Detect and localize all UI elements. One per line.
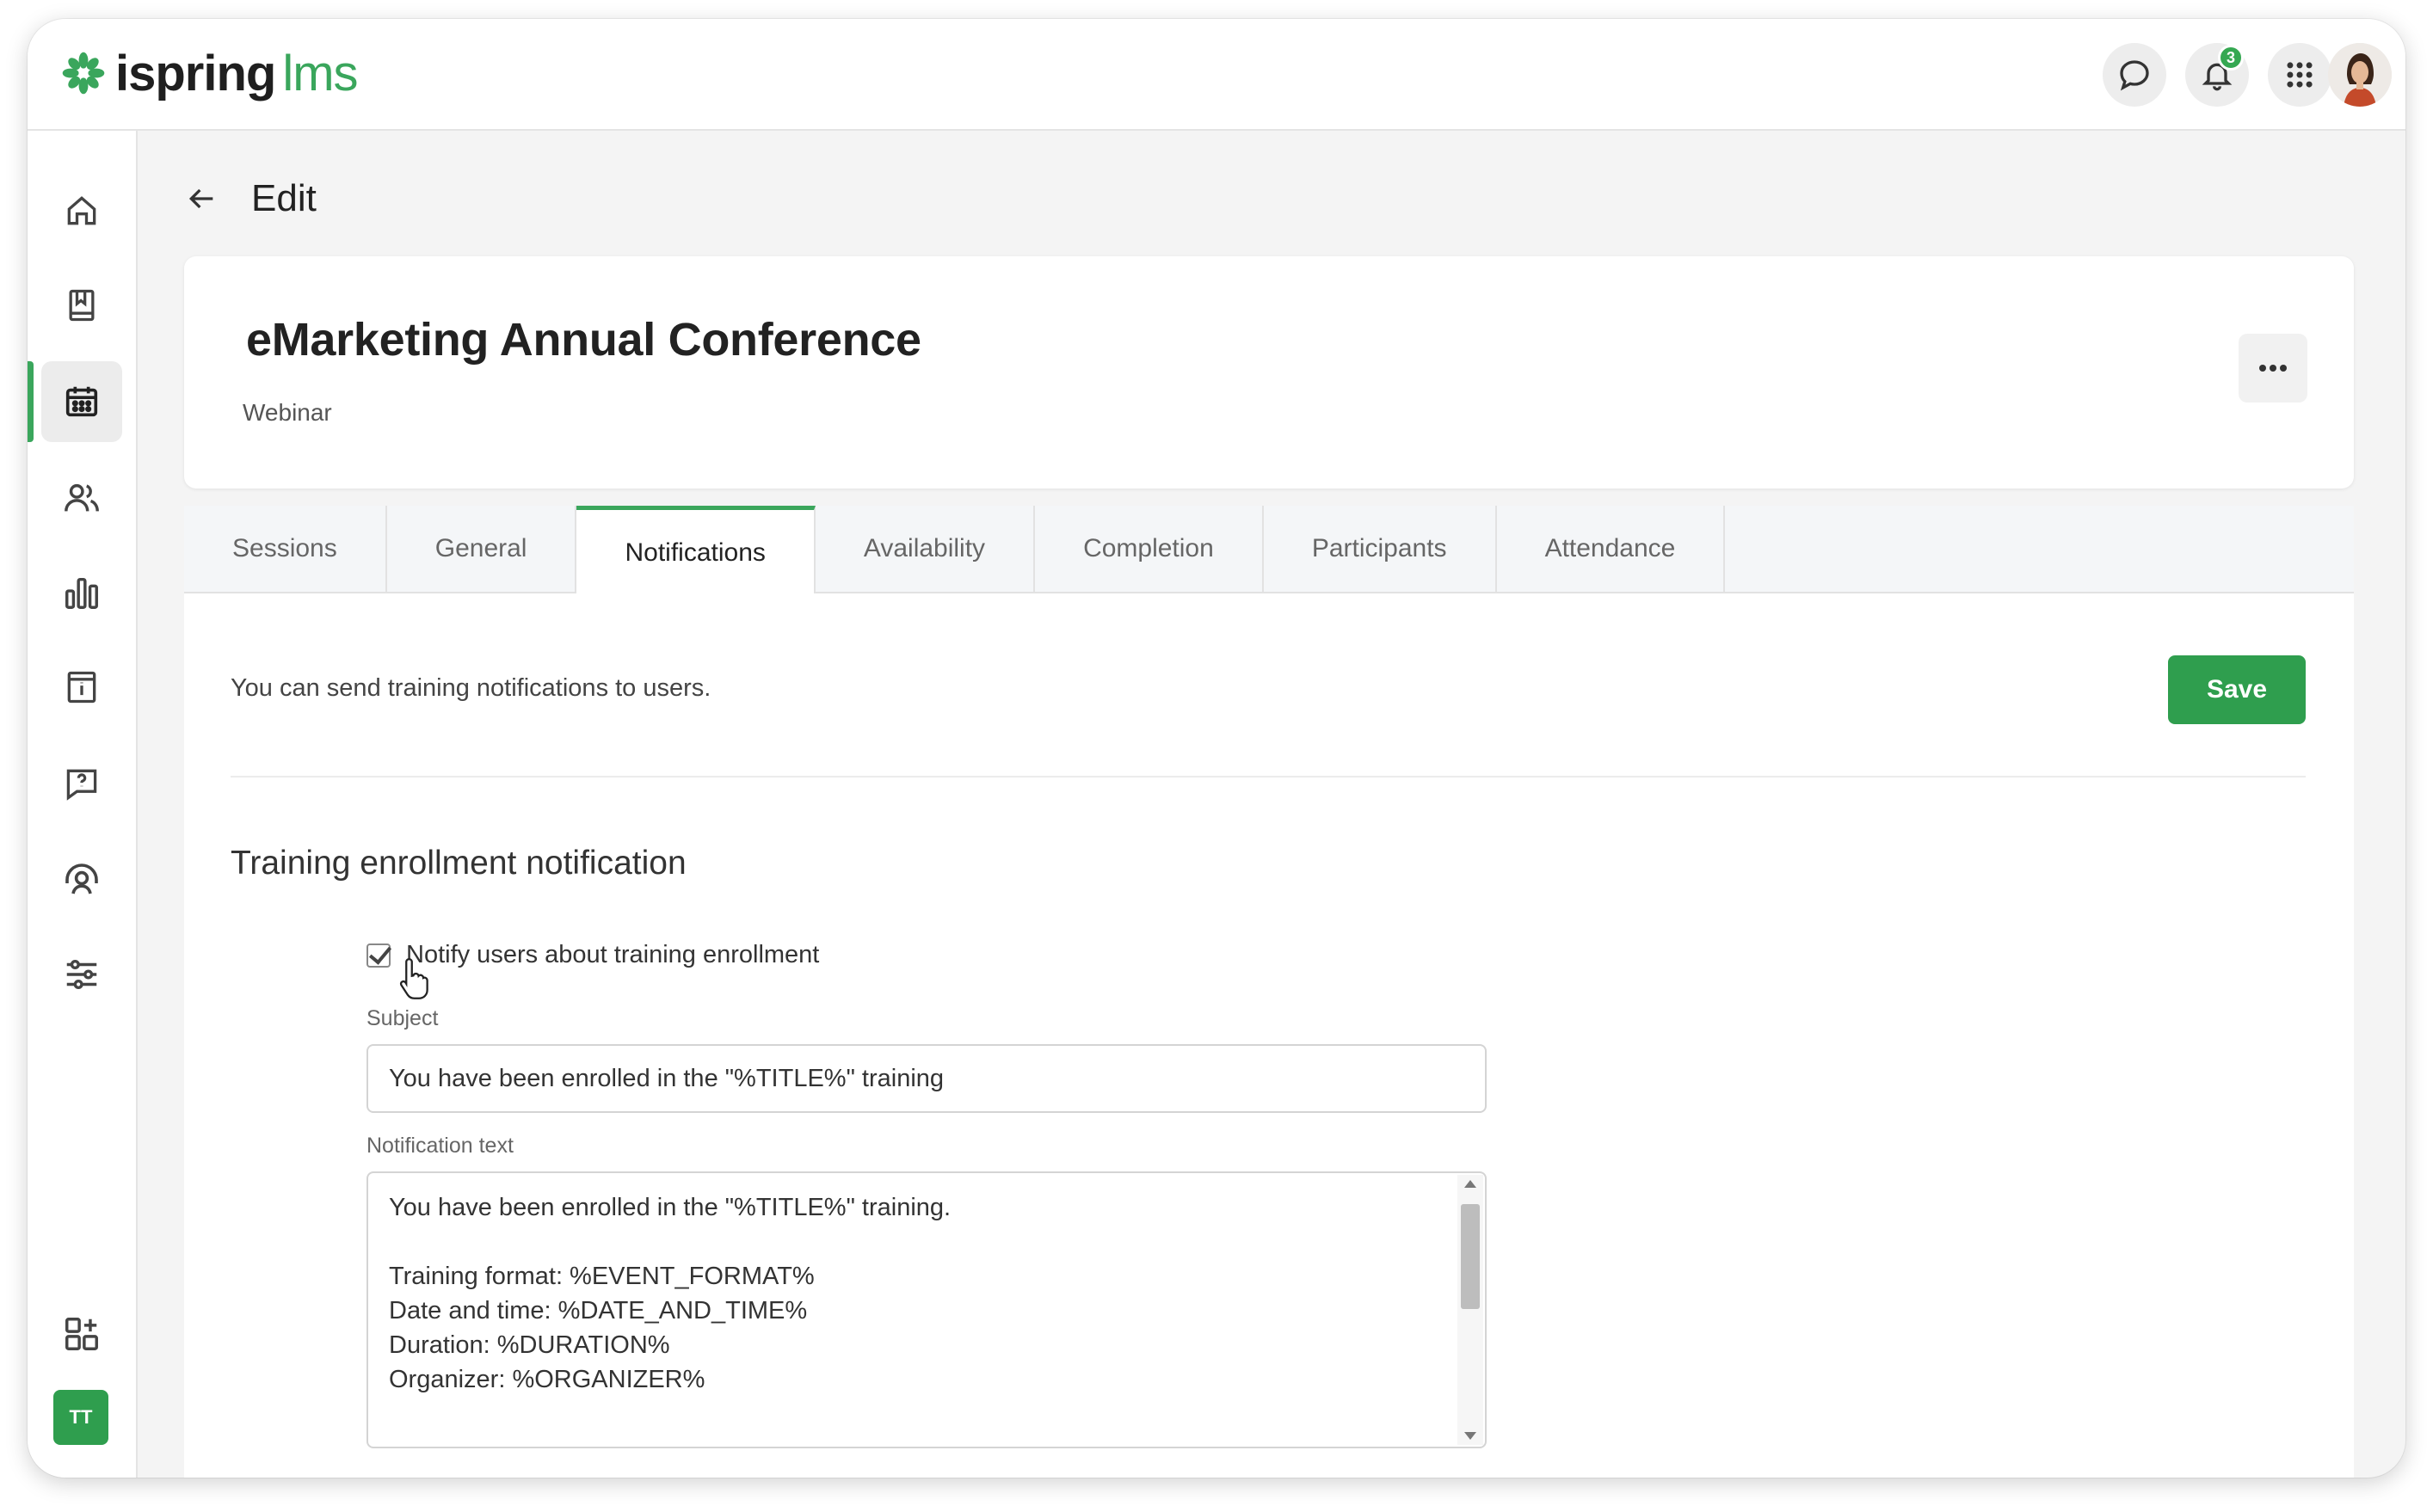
- section-title: Training enrollment notification: [231, 845, 687, 882]
- event-type: Webinar: [243, 399, 332, 426]
- notify-enrollment-checkbox[interactable]: [366, 943, 391, 968]
- users-icon: [65, 483, 99, 512]
- subject-input[interactable]: You have been enrolled in the "%TITLE%" …: [366, 1044, 1487, 1113]
- hand-pointer-cursor-icon: [399, 958, 428, 999]
- tab-availability[interactable]: Availability: [815, 506, 1036, 592]
- scroll-up-arrow-icon[interactable]: [1464, 1180, 1476, 1188]
- text-line: Date and time: %DATE_AND_TIME%: [389, 1297, 808, 1325]
- sidebar-item-calendar[interactable]: [41, 361, 122, 442]
- event-title: eMarketing Annual Conference: [246, 314, 921, 366]
- logo-word-ispring: ispring: [115, 45, 276, 101]
- user-avatar[interactable]: [2328, 43, 2392, 107]
- notifications-panel: You can send training notifications to u…: [184, 593, 2354, 1478]
- tab-notifications[interactable]: Notifications: [576, 506, 816, 595]
- subject-label: Subject: [366, 1006, 439, 1030]
- info-icon: [67, 671, 96, 704]
- sidebar-item-info[interactable]: [41, 647, 122, 728]
- text-line: [389, 1225, 1464, 1259]
- home-icon: [67, 196, 96, 225]
- sidebar-item-help[interactable]: [41, 743, 122, 824]
- divider: [231, 776, 2306, 778]
- tab-general[interactable]: General: [386, 506, 577, 592]
- sidebar-item-settings[interactable]: [41, 934, 122, 1015]
- chat-bubble-icon: [2120, 60, 2149, 91]
- notifications-button[interactable]: 3: [2185, 43, 2249, 107]
- sidebar-item-home[interactable]: [41, 170, 122, 251]
- text-area-scrollbar[interactable]: [1457, 1175, 1483, 1445]
- event-card: eMarketing Annual Conference Webinar: [184, 256, 2354, 489]
- back-arrow-icon[interactable]: [184, 181, 219, 216]
- logo-word-lms: lms: [282, 45, 358, 101]
- scroll-down-arrow-icon[interactable]: [1464, 1432, 1476, 1440]
- more-options-button[interactable]: [2239, 334, 2307, 403]
- info-text: You can send training notifications to u…: [231, 674, 711, 702]
- app-window: ispring lms 3 TT Edit eMarketing Annual …: [28, 19, 2405, 1478]
- question-icon: [66, 769, 97, 801]
- more-horizontal-icon: [2259, 365, 2287, 372]
- text-line: You have been enrolled in the "%TITLE%" …: [389, 1194, 952, 1221]
- ispring-logo-icon: [62, 52, 105, 95]
- chat-button[interactable]: [2103, 43, 2166, 107]
- scrollbar-thumb[interactable]: [1461, 1204, 1480, 1309]
- notify-enrollment-label: Notify users about training enrollment: [406, 941, 820, 968]
- logo[interactable]: ispring lms: [60, 41, 359, 105]
- add-apps-icon: [65, 1318, 98, 1350]
- book-icon: [69, 289, 95, 322]
- tab-attendance[interactable]: Attendance: [1496, 506, 1726, 592]
- enrollment-checkbox-row[interactable]: Notify users about training enrollment: [366, 941, 819, 969]
- text-line: Duration: %DURATION%: [389, 1331, 670, 1359]
- account-initials-button[interactable]: TT: [53, 1390, 108, 1445]
- apps-menu-button[interactable]: [2268, 43, 2331, 107]
- headset-icon: [65, 864, 98, 894]
- text-line: Organizer: %ORGANIZER%: [389, 1366, 705, 1393]
- active-indicator: [28, 361, 34, 442]
- text-line: Training format: %EVENT_FORMAT%: [389, 1263, 815, 1290]
- save-button[interactable]: Save: [2168, 655, 2306, 724]
- bar-chart-icon: [65, 577, 98, 609]
- notifications-badge: 3: [2218, 45, 2244, 71]
- sidebar-item-support[interactable]: [41, 839, 122, 920]
- top-bar: ispring lms 3: [28, 19, 2405, 131]
- notification-text-area[interactable]: You have been enrolled in the "%TITLE%" …: [366, 1171, 1487, 1448]
- sidebar: TT: [28, 131, 138, 1478]
- sliders-icon: [66, 959, 97, 990]
- sidebar-item-users[interactable]: [41, 458, 122, 538]
- notification-text-label: Notification text: [366, 1134, 514, 1158]
- tab-bar: Sessions General Notifications Availabil…: [184, 506, 2354, 595]
- sidebar-item-apps[interactable]: [41, 1294, 122, 1374]
- page-header: Edit: [184, 177, 317, 220]
- page-title: Edit: [251, 177, 317, 219]
- grid-icon: [2287, 62, 2313, 88]
- sidebar-item-reports[interactable]: [41, 552, 122, 633]
- tab-completion[interactable]: Completion: [1035, 506, 1264, 592]
- avatar-portrait-icon: [2328, 43, 2392, 107]
- tab-participants[interactable]: Participants: [1263, 506, 1497, 592]
- tab-sessions[interactable]: Sessions: [184, 506, 387, 592]
- calendar-icon: [65, 386, 98, 417]
- sidebar-item-courses[interactable]: [41, 265, 122, 346]
